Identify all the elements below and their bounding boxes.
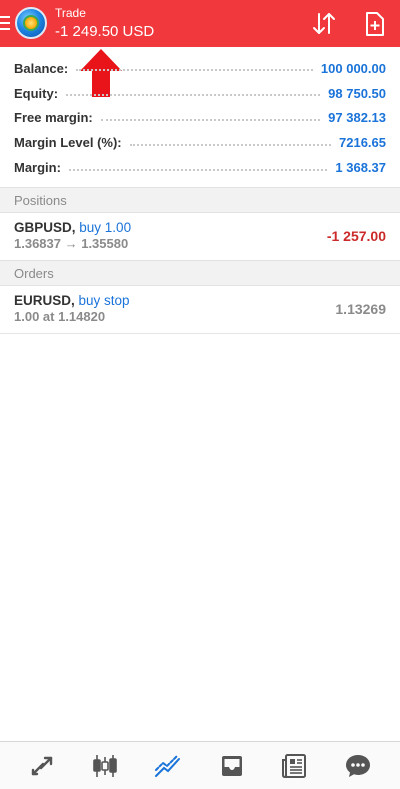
sort-arrows-icon[interactable] bbox=[310, 10, 338, 38]
history-inbox-icon[interactable] bbox=[212, 746, 252, 786]
order-type: buy stop bbox=[78, 293, 130, 308]
dotted-leader bbox=[129, 143, 331, 146]
orders-section-header: Orders bbox=[0, 260, 400, 286]
summary-label: Equity: bbox=[14, 85, 63, 101]
dotted-leader bbox=[100, 118, 321, 121]
trade-chart-icon[interactable] bbox=[148, 746, 188, 786]
order-title: EURUSD, buy stop bbox=[14, 293, 386, 308]
summary-label: Free margin: bbox=[14, 110, 97, 126]
order-row[interactable]: EURUSD, buy stop 1.00 at 1.14820 1.13269 bbox=[0, 286, 400, 334]
dotted-leader bbox=[66, 94, 321, 97]
positions-section-header: Positions bbox=[0, 187, 400, 213]
position-type: buy 1.00 bbox=[79, 220, 132, 235]
summary-value: 97 382.13 bbox=[324, 110, 386, 126]
summary-row-free-margin: Free margin: 97 382.13 bbox=[0, 106, 400, 131]
summary-value: 7216.65 bbox=[335, 135, 386, 151]
quotes-arrows-icon[interactable] bbox=[22, 746, 62, 786]
summary-row-equity: Equity: 98 750.50 bbox=[0, 81, 400, 106]
candlestick-chart-icon[interactable] bbox=[85, 746, 125, 786]
chat-bubble-icon[interactable] bbox=[338, 746, 378, 786]
summary-value: 98 750.50 bbox=[324, 85, 386, 101]
total-profit: -1 249.50 USD bbox=[55, 23, 155, 40]
summary-label: Balance: bbox=[14, 60, 73, 76]
summary-row-margin: Margin: 1 368.37 bbox=[0, 155, 400, 180]
position-symbol: GBPUSD, bbox=[14, 220, 76, 235]
summary-row-margin-level: Margin Level (%): 7216.65 bbox=[0, 130, 400, 155]
dotted-leader bbox=[76, 69, 313, 72]
order-details: 1.00 at 1.14820 bbox=[14, 309, 106, 324]
app-logo bbox=[15, 7, 47, 39]
menu-icon[interactable] bbox=[0, 14, 10, 32]
order-symbol: EURUSD, bbox=[14, 293, 75, 308]
order-current-price: 1.13269 bbox=[335, 301, 386, 317]
summary-label: Margin Level (%): bbox=[14, 135, 126, 151]
position-profit: -1 257.00 bbox=[326, 228, 386, 244]
summary-value: 100 000.00 bbox=[316, 60, 386, 76]
summary-value: 1 368.37 bbox=[331, 160, 386, 176]
news-icon[interactable] bbox=[275, 746, 315, 786]
dotted-leader bbox=[68, 168, 328, 171]
top-bar: Trade -1 249.50 USD bbox=[0, 0, 400, 47]
account-summary: Balance: 100 000.00 Equity: 98 750.50 Fr… bbox=[0, 56, 400, 180]
summary-label: Margin: bbox=[14, 160, 65, 176]
page-title: Trade bbox=[55, 6, 86, 20]
bottom-navigation bbox=[0, 741, 400, 789]
position-row[interactable]: GBPUSD, buy 1.00 1.36837 → 1.35580 -1 25… bbox=[0, 213, 400, 261]
new-document-icon[interactable] bbox=[361, 10, 389, 38]
summary-row-balance: Balance: 100 000.00 bbox=[0, 56, 400, 81]
